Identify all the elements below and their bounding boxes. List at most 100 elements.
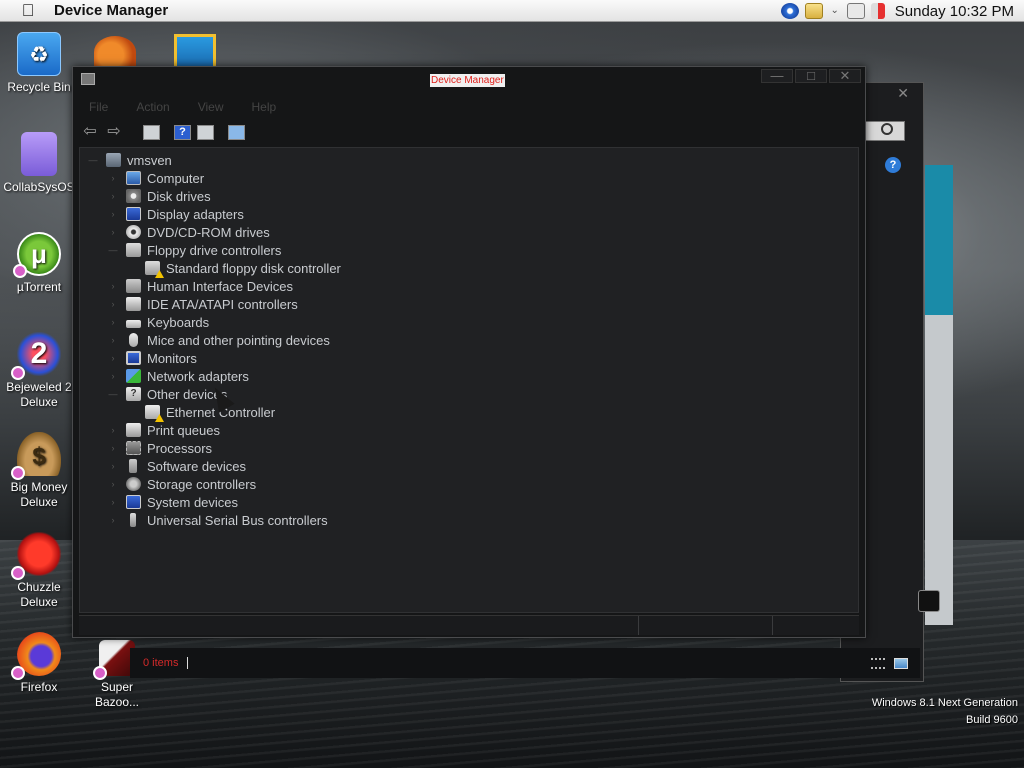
folder-icon[interactable] xyxy=(804,3,823,19)
expand-icon[interactable]: › xyxy=(108,281,118,291)
tree-item-ide-controllers[interactable]: › IDE ATA/ATAPI controllers xyxy=(108,295,298,313)
windows-watermark: Windows 8.1 Next Generation Build 9600 xyxy=(872,695,1018,729)
expand-icon[interactable]: › xyxy=(108,227,118,237)
clock[interactable]: Sunday 10:32 PM xyxy=(895,3,1014,20)
network-help-icon[interactable] xyxy=(846,3,865,19)
device-tree[interactable]: — vmsven › Computer › Disk drives › Disp… xyxy=(79,147,859,613)
desktop-icon-label: CollabSysOS xyxy=(3,180,75,194)
expand-icon[interactable]: › xyxy=(108,497,118,507)
tree-item-software-devices[interactable]: › Software devices xyxy=(108,457,247,475)
window-titlebar[interactable]: Device Manager — □ ✕ xyxy=(73,67,865,93)
scan-hardware-icon[interactable] xyxy=(228,124,245,140)
tree-item-storage-controllers[interactable]: › Storage controllers xyxy=(108,475,257,493)
tree-item-floppy-controllers[interactable]: — Floppy drive controllers xyxy=(108,241,282,259)
desktop-icon-bejeweled[interactable]: 2 Bejeweled 2 Deluxe xyxy=(0,332,78,410)
expand-icon[interactable]: › xyxy=(108,461,118,471)
tree-item-network-adapters[interactable]: › Network adapters xyxy=(108,367,249,385)
tree-item-computer[interactable]: › Computer xyxy=(108,169,205,187)
mouse-icon xyxy=(129,333,138,347)
tree-item-print-queues[interactable]: › Print queues xyxy=(108,421,221,439)
desktop-icon-collabsysos[interactable]: CollabSysOS xyxy=(0,132,78,195)
tree-item-label: Universal Serial Bus controllers xyxy=(147,512,328,528)
windows-orb-icon[interactable] xyxy=(780,3,799,19)
other-devices-icon: ? xyxy=(126,387,141,401)
tree-item-system-devices[interactable]: › System devices xyxy=(108,493,239,511)
ide-controller-icon xyxy=(126,297,141,311)
collapse-icon[interactable]: — xyxy=(108,389,118,399)
print-queue-icon xyxy=(126,423,141,437)
back-arrow-icon[interactable]: ⇦ xyxy=(81,124,99,140)
expand-icon[interactable]: › xyxy=(108,443,118,453)
minimize-button[interactable]: — xyxy=(761,69,793,83)
tree-item-processors[interactable]: › Processors xyxy=(108,439,213,457)
shortcut-badge-icon xyxy=(93,666,107,680)
computer-root-icon xyxy=(106,153,121,167)
help-icon[interactable]: ? xyxy=(174,124,191,140)
collabsysos-icon xyxy=(21,132,57,176)
system-menu-bar:  Device Manager ⌄ Sunday 10:32 PM xyxy=(0,0,1024,22)
menu-file[interactable]: File xyxy=(81,97,108,117)
tree-item-label: Monitors xyxy=(147,350,197,366)
background-window-button[interactable] xyxy=(918,590,940,612)
expand-icon[interactable]: › xyxy=(108,371,118,381)
tree-item-ethernet-controller[interactable]: Ethernet Controller xyxy=(145,403,275,422)
tree-item-keyboards[interactable]: › Keyboards xyxy=(108,313,210,331)
search-icon[interactable] xyxy=(881,123,893,135)
tree-root[interactable]: — vmsven xyxy=(88,151,172,169)
menu-action[interactable]: Action xyxy=(128,97,169,117)
expand-icon[interactable]: › xyxy=(108,173,118,183)
expand-icon[interactable]: › xyxy=(108,425,118,435)
app-window-icon[interactable] xyxy=(174,34,216,68)
bejeweled-icon: 2 xyxy=(11,332,61,380)
hid-icon xyxy=(126,279,141,293)
desktop-icon-firefox[interactable]: Firefox xyxy=(0,632,78,695)
tree-item-label: Keyboards xyxy=(147,314,210,330)
menu-view[interactable]: View xyxy=(190,97,224,117)
apple-icon[interactable]:  xyxy=(18,1,38,21)
details-view-icon[interactable] xyxy=(871,658,885,669)
floppy-device-warning-icon xyxy=(145,261,164,278)
system-device-icon xyxy=(126,495,141,509)
volume-muted-icon[interactable] xyxy=(870,3,885,19)
disk-drive-icon xyxy=(126,189,141,203)
device-manager-window: Device Manager — □ ✕ File Action View He… xyxy=(72,66,866,638)
chevron-down-icon[interactable]: ⌄ xyxy=(829,3,841,19)
forward-arrow-icon[interactable]: ⇨ xyxy=(105,124,123,140)
active-app-title[interactable]: Device Manager xyxy=(54,2,168,19)
collapse-icon[interactable]: — xyxy=(108,245,118,255)
expand-icon[interactable]: › xyxy=(108,299,118,309)
desktop-icon-utorrent[interactable]: μ µTorrent xyxy=(0,232,78,295)
collapse-icon[interactable]: — xyxy=(88,155,98,165)
tiles-view-icon[interactable] xyxy=(894,658,908,669)
expand-icon[interactable]: › xyxy=(108,209,118,219)
expand-icon[interactable]: › xyxy=(108,335,118,345)
properties-icon[interactable] xyxy=(197,124,214,140)
tree-item-usb-controllers[interactable]: › Universal Serial Bus controllers xyxy=(108,511,328,529)
desktop-icon-label: Big Money Deluxe xyxy=(10,480,68,509)
desktop-icon-recycle-bin[interactable]: ♻ Recycle Bin xyxy=(0,32,78,95)
expand-icon[interactable]: › xyxy=(108,353,118,363)
expand-icon[interactable]: › xyxy=(108,191,118,201)
desktop-icon-chuzzle[interactable]: Chuzzle Deluxe xyxy=(0,532,78,610)
close-button[interactable]: ✕ xyxy=(829,69,861,83)
desktop-icon-big-money[interactable]: $ Big Money Deluxe xyxy=(0,432,78,510)
expand-icon[interactable]: › xyxy=(108,479,118,489)
expand-icon[interactable]: › xyxy=(108,317,118,327)
tree-item-disk-drives[interactable]: › Disk drives xyxy=(108,187,211,205)
tree-item-monitors[interactable]: › Monitors xyxy=(108,349,197,367)
watermark-build: Build 9600 xyxy=(966,714,1018,726)
tree-item-dvd-drives[interactable]: › DVD/CD-ROM drives xyxy=(108,223,270,241)
paint-app-icon[interactable] xyxy=(94,36,136,68)
close-icon[interactable]: ✕ xyxy=(897,85,909,102)
expand-icon[interactable]: › xyxy=(108,515,118,525)
tree-item-label: Floppy drive controllers xyxy=(147,242,282,258)
tree-item-standard-floppy-controller[interactable]: Standard floppy disk controller xyxy=(145,259,341,278)
help-icon[interactable]: ? xyxy=(885,157,901,173)
tree-item-display-adapters[interactable]: › Display adapters xyxy=(108,205,244,223)
show-hide-tree-icon[interactable] xyxy=(143,124,160,140)
menu-help[interactable]: Help xyxy=(244,97,277,117)
tree-item-hid[interactable]: › Human Interface Devices xyxy=(108,277,293,295)
maximize-button[interactable]: □ xyxy=(795,69,827,83)
tree-item-mice[interactable]: › Mice and other pointing devices xyxy=(108,331,330,349)
status-cell xyxy=(79,616,639,635)
